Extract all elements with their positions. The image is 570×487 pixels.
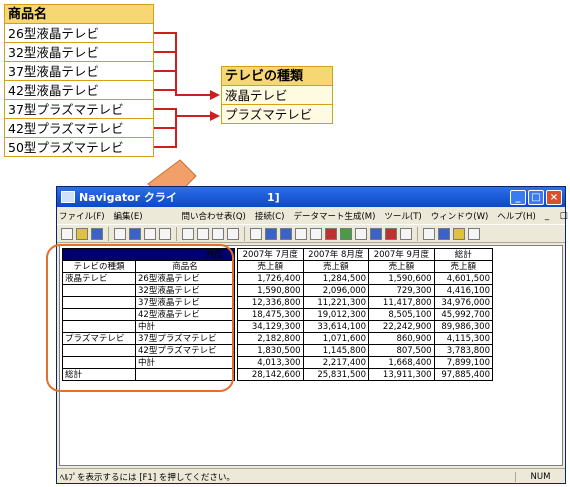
value-cell: 22,242,900 <box>368 320 435 333</box>
value-grid: 2007年 7月度 2007年 8月度 2007年 9月度 総計 売上額 売上額… <box>237 248 494 381</box>
toolbar <box>57 224 565 243</box>
value-cell: 807,500 <box>368 344 435 357</box>
list-icon[interactable] <box>400 227 412 240</box>
value-cell: 1,590,800 <box>237 284 304 297</box>
sort-icon[interactable] <box>310 227 322 240</box>
value-cell: 1,668,400 <box>368 356 435 369</box>
value-cell: 11,221,300 <box>302 296 370 309</box>
grid-icon[interactable] <box>129 227 141 240</box>
menu-edit[interactable]: 編集(E) <box>114 210 143 222</box>
highlight-outline <box>46 244 234 392</box>
prev-icon[interactable] <box>197 227 209 240</box>
copy-icon[interactable] <box>250 227 262 240</box>
window-title-suffix: 1] <box>266 190 280 204</box>
value-cell: 1,726,400 <box>237 272 304 285</box>
value-cell: 4,601,500 <box>433 272 494 285</box>
value-cell: 1,590,600 <box>368 272 435 285</box>
cursor-icon[interactable] <box>114 227 126 240</box>
value-cell: 8,505,100 <box>368 308 435 321</box>
num-lock-indicator: NUM <box>515 471 565 482</box>
help-icon[interactable] <box>453 227 465 240</box>
menu-query[interactable]: 問い合わせ表(Q) <box>182 210 246 222</box>
menu-connect[interactable]: 接続(C) <box>255 210 285 222</box>
new-icon[interactable] <box>61 227 73 240</box>
value-cell: 729,300 <box>368 284 435 297</box>
drill-icon[interactable] <box>325 227 337 240</box>
value-cell: 1,145,800 <box>302 344 370 357</box>
value-cell: 18,475,300 <box>237 308 304 321</box>
mdi-controls[interactable]: _ □ × <box>545 211 570 221</box>
value-cell: 1,830,500 <box>237 344 304 357</box>
value-cell: 1,071,600 <box>302 332 370 345</box>
value-cell: 34,976,000 <box>433 296 494 309</box>
value-cell: 3,783,800 <box>433 344 494 357</box>
menu-file[interactable]: ファイル(F) <box>59 210 105 222</box>
menu-help[interactable]: ヘルプ(H) <box>497 210 536 222</box>
minimize-button[interactable]: _ <box>510 189 526 205</box>
refresh-icon[interactable] <box>355 227 367 240</box>
measure-header: 売上額 <box>237 260 304 273</box>
value-cell: 2,096,000 <box>302 284 370 297</box>
pivot-icon[interactable] <box>265 227 277 240</box>
app-icon <box>61 191 75 203</box>
maximize-button[interactable]: □ <box>528 189 544 205</box>
stop-icon[interactable] <box>385 227 397 240</box>
close-button[interactable]: × <box>546 189 562 205</box>
status-text: ﾍﾙﾌﾟを表示するには [F1] を押してください。 <box>60 472 235 483</box>
value-cell: 25,831,500 <box>302 368 370 381</box>
menu-tools[interactable]: ツール(T) <box>384 210 421 222</box>
value-cell: 45,992,700 <box>433 308 494 321</box>
value-cell: 4,013,300 <box>237 356 304 369</box>
measure-header: 売上額 <box>302 260 370 273</box>
filter-icon[interactable] <box>295 227 307 240</box>
pivot2-icon[interactable] <box>280 227 292 240</box>
menu-bar: ファイル(F) 編集(E) 問い合わせ表(Q) 接続(C) データマート生成(M… <box>57 207 570 224</box>
value-cell: 33,614,100 <box>302 320 370 333</box>
table-icon[interactable] <box>144 227 156 240</box>
title-bar[interactable]: Navigator クライ 1] _ □ × <box>57 187 565 207</box>
value-cell: 4,115,300 <box>433 332 494 345</box>
measure-header: 売上額 <box>368 260 435 273</box>
last-icon[interactable] <box>227 227 239 240</box>
value-cell: 19,012,300 <box>302 308 370 321</box>
month-header[interactable]: 2007年 8月度 <box>302 248 370 261</box>
chart-icon[interactable] <box>159 227 171 240</box>
value-cell: 12,336,800 <box>237 296 304 309</box>
context-help-icon[interactable] <box>468 227 480 240</box>
value-cell: 11,417,800 <box>368 296 435 309</box>
open-icon[interactable] <box>76 227 88 240</box>
month-header[interactable]: 2007年 7月度 <box>237 248 304 261</box>
value-cell: 860,900 <box>368 332 435 345</box>
first-icon[interactable] <box>182 227 194 240</box>
print-icon[interactable] <box>423 227 435 240</box>
value-cell: 97,885,400 <box>433 368 494 381</box>
value-cell: 4,416,100 <box>433 284 494 297</box>
value-cell: 2,182,800 <box>237 332 304 345</box>
export-icon[interactable] <box>340 227 352 240</box>
save-icon[interactable] <box>91 227 103 240</box>
month-header[interactable]: 2007年 9月度 <box>368 248 435 261</box>
window-title: Navigator クライ <box>79 191 177 204</box>
total-header[interactable]: 総計 <box>433 248 494 261</box>
menu-datamart[interactable]: データマート生成(M) <box>293 210 375 222</box>
value-cell: 28,142,600 <box>237 368 304 381</box>
user-icon[interactable] <box>438 227 450 240</box>
value-cell: 7,899,100 <box>433 356 494 369</box>
status-bar: ﾍﾙﾌﾟを表示するには [F1] を押してください。 NUM <box>57 468 565 484</box>
value-cell: 1,284,500 <box>302 272 370 285</box>
measure-header: 売上額 <box>433 260 494 273</box>
db-icon[interactable] <box>370 227 382 240</box>
value-cell: 2,217,400 <box>302 356 370 369</box>
value-cell: 13,911,300 <box>368 368 435 381</box>
menu-window[interactable]: ウィンドウ(W) <box>431 210 489 222</box>
value-cell: 34,129,300 <box>237 320 304 333</box>
value-cell: 89,986,300 <box>433 320 494 333</box>
next-icon[interactable] <box>212 227 224 240</box>
